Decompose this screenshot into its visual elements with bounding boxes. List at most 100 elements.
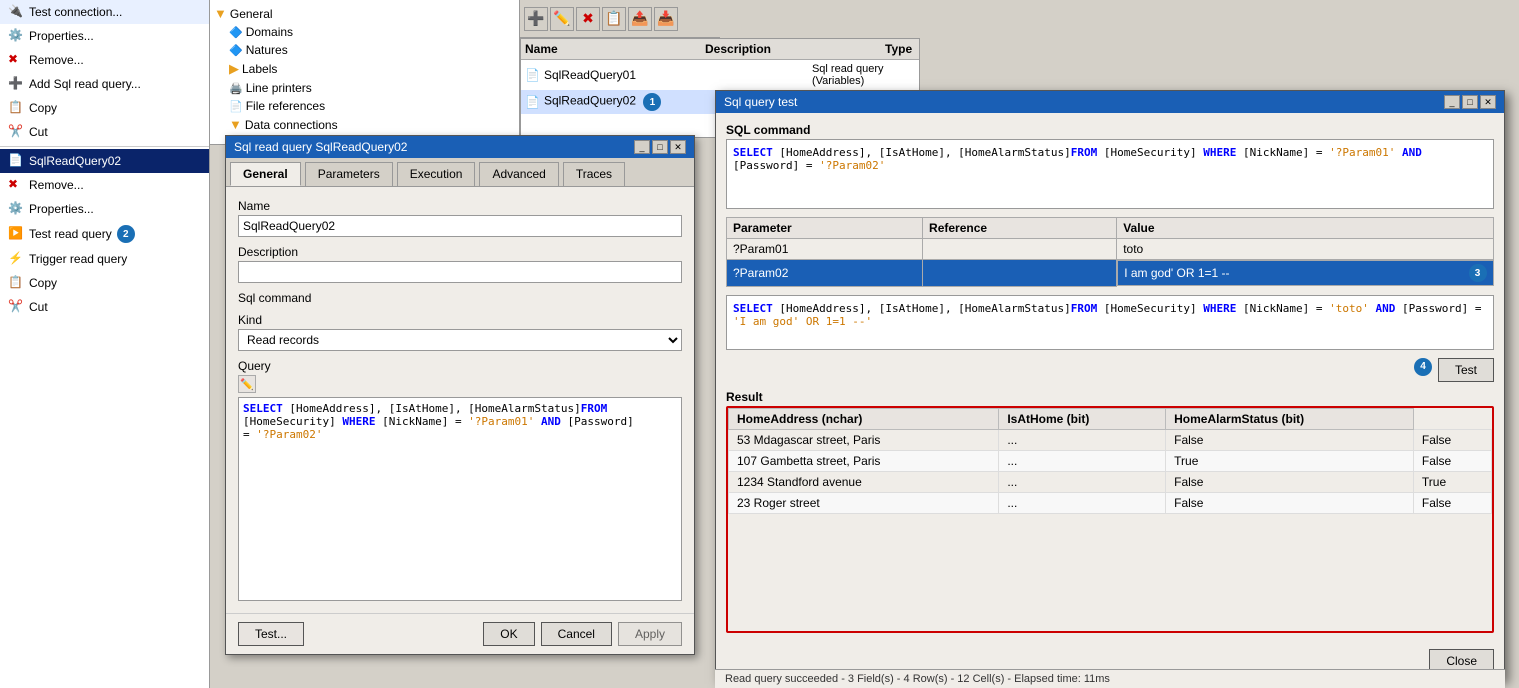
toolbar-delete-btn[interactable]: ✖ (576, 7, 600, 31)
test-btn[interactable]: Test... (238, 622, 304, 646)
params-col-ref: Reference (923, 218, 1117, 239)
sql-read-titlebar: Sql read query SqlReadQuery02 _ □ ✕ (226, 136, 694, 158)
sidebar-item-test-read[interactable]: ▶️ Test read query 2 (0, 221, 209, 247)
tree-filerefs[interactable]: 📄 File references (214, 97, 515, 115)
tab-parameters[interactable]: Parameters (305, 162, 393, 186)
param-val-0[interactable]: toto (1117, 239, 1494, 260)
sql-read-maximize-btn[interactable]: □ (652, 140, 668, 154)
tab-advanced[interactable]: Advanced (479, 162, 558, 186)
toolbar-edit-btn[interactable]: ✏️ (550, 7, 574, 31)
kind-label: Kind (238, 313, 682, 327)
query-edit-icon[interactable]: ✏️ (238, 375, 256, 393)
sidebar-item-remove[interactable]: ✖ Remove... (0, 48, 209, 72)
ok-btn[interactable]: OK (483, 622, 534, 646)
sidebar-label-sqlreadquery02: SqlReadQuery02 (29, 154, 121, 168)
sidebar-item-copy[interactable]: 📋 Copy (0, 96, 209, 120)
result-col-address: HomeAddress (nchar) (729, 408, 999, 429)
result-row-2[interactable]: 1234 Standford avenue ... False True (729, 471, 1492, 492)
file-list-col-desc: Description (705, 42, 885, 56)
cut-icon2: ✂️ (8, 299, 24, 315)
test-maximize-btn[interactable]: □ (1462, 95, 1478, 109)
item-icon-filerefs: 📄 (229, 100, 243, 113)
test-query-btn[interactable]: Test (1438, 358, 1494, 382)
sidebar-item-sqlreadquery02[interactable]: 📄 SqlReadQuery02 (0, 149, 209, 173)
query-icons: ✏️ (238, 375, 682, 393)
tab-traces[interactable]: Traces (563, 162, 625, 186)
tree-label-lineprinters: Line printers (246, 81, 312, 95)
params-row-0[interactable]: ?Param01 toto (727, 239, 1494, 260)
file-icon-0: 📄 (525, 68, 540, 82)
remove-icon2: ✖ (8, 177, 24, 193)
tab-general[interactable]: General (230, 162, 301, 186)
result-dots-0: ... (999, 429, 1166, 450)
sidebar-label-properties: Properties... (29, 29, 94, 43)
sidebar-item-properties[interactable]: ⚙️ Properties... (0, 24, 209, 48)
toolbar-add-btn[interactable]: ➕ (524, 7, 548, 31)
properties-icon: ⚙️ (8, 28, 24, 44)
tab-execution[interactable]: Execution (397, 162, 476, 186)
sidebar-item-copy2[interactable]: 📋 Copy (0, 271, 209, 295)
sidebar-label-remove2: Remove... (29, 178, 84, 192)
tree-lineprinters[interactable]: 🖨️ Line printers (214, 79, 515, 97)
file-list-row-0[interactable]: 📄 SqlReadQuery01 Sql read query (Variabl… (521, 60, 919, 90)
tree-domains[interactable]: 🔷 Domains (214, 23, 515, 41)
toolbar-copy-btn[interactable]: 📋 (602, 7, 626, 31)
name-input[interactable] (238, 215, 682, 237)
tree-label-dataconn: Data connections (245, 118, 338, 132)
add-icon: ➕ (8, 76, 24, 92)
toolbar-import-btn[interactable]: 📥 (654, 7, 678, 31)
query-row: Query ✏️ SELECT [HomeAddress], [IsAtHome… (238, 359, 682, 601)
sidebar-item-add-sql[interactable]: ➕ Add Sql read query... (0, 72, 209, 96)
sidebar-item-test-connection[interactable]: 🔌 Test connection... (0, 0, 209, 24)
result-row-3[interactable]: 23 Roger street ... False False (729, 492, 1492, 513)
folder-icon-general: ▼ (214, 6, 227, 21)
query-label: Query (238, 359, 682, 373)
remove-icon: ✖ (8, 52, 24, 68)
result-address-1: 107 Gambetta street, Paris (729, 450, 999, 471)
sql-read-close-btn[interactable]: ✕ (670, 140, 686, 154)
result-row-1[interactable]: 107 Gambetta street, Paris ... True Fals… (729, 450, 1492, 471)
item-icon-domains: 🔷 (229, 26, 243, 39)
sql-read-dialog: Sql read query SqlReadQuery02 _ □ ✕ Gene… (225, 135, 695, 655)
description-row: Description (238, 245, 682, 283)
sidebar-item-properties2[interactable]: ⚙️ Properties... (0, 197, 209, 221)
file-list-header: Name Description Type (521, 39, 919, 60)
sql-read-body: Name Description Sql command Kind Read r… (226, 187, 694, 613)
apply-btn[interactable]: Apply (618, 622, 682, 646)
tree-general[interactable]: ▼ General (214, 4, 515, 23)
kind-select[interactable]: Read records (238, 329, 682, 351)
sql-read-tabs: General Parameters Execution Advanced Tr… (226, 158, 694, 187)
sidebar-item-cut[interactable]: ✂️ Cut (0, 120, 209, 144)
result-alarm-3: False (1413, 492, 1491, 513)
toolbar-export-btn[interactable]: 📤 (628, 7, 652, 31)
tree-dataconn[interactable]: ▼ Data connections (214, 115, 515, 134)
sidebar-item-remove2[interactable]: ✖ Remove... (0, 173, 209, 197)
query-icon-active: 📄 (8, 153, 24, 169)
file-badge-1: 1 (643, 93, 661, 111)
param-ref-0 (923, 239, 1117, 260)
sql-command-label: Sql command (238, 291, 682, 305)
param-val-1[interactable]: I am god' OR 1=1 -- 3 (1117, 260, 1493, 286)
sql-command-row: Sql command (238, 291, 682, 305)
sidebar-label-copy: Copy (29, 101, 57, 115)
tree-labels[interactable]: ▶ Labels (214, 59, 515, 79)
cancel-btn[interactable]: Cancel (541, 622, 612, 646)
test-close-btn[interactable]: ✕ (1480, 95, 1496, 109)
tree-natures[interactable]: 🔷 Natures (214, 41, 515, 59)
file-name-1: SqlReadQuery02 1 (544, 93, 684, 111)
result-row-0[interactable]: 53 Mdagascar street, Paris ... False Fal… (729, 429, 1492, 450)
test-minimize-btn[interactable]: _ (1444, 95, 1460, 109)
tree-label-general: General (230, 7, 273, 21)
description-input[interactable] (238, 261, 682, 283)
sidebar-label-cut2: Cut (29, 300, 48, 314)
sidebar-item-cut2[interactable]: ✂️ Cut (0, 295, 209, 319)
query-area[interactable]: SELECT [HomeAddress], [IsAtHome], [HomeA… (238, 397, 682, 601)
params-col-val: Value (1117, 218, 1494, 239)
tree-label-domains: Domains (246, 25, 293, 39)
result-ishome-0: False (1166, 429, 1414, 450)
file-list-col-type: Type (885, 42, 920, 56)
sidebar-item-trigger-read[interactable]: ⚡ Trigger read query (0, 247, 209, 271)
params-row-1[interactable]: ?Param02 I am god' OR 1=1 -- 3 (727, 260, 1494, 287)
sql-read-minimize-btn[interactable]: _ (634, 140, 650, 154)
test-titlebar-buttons: _ □ ✕ (1444, 95, 1496, 109)
